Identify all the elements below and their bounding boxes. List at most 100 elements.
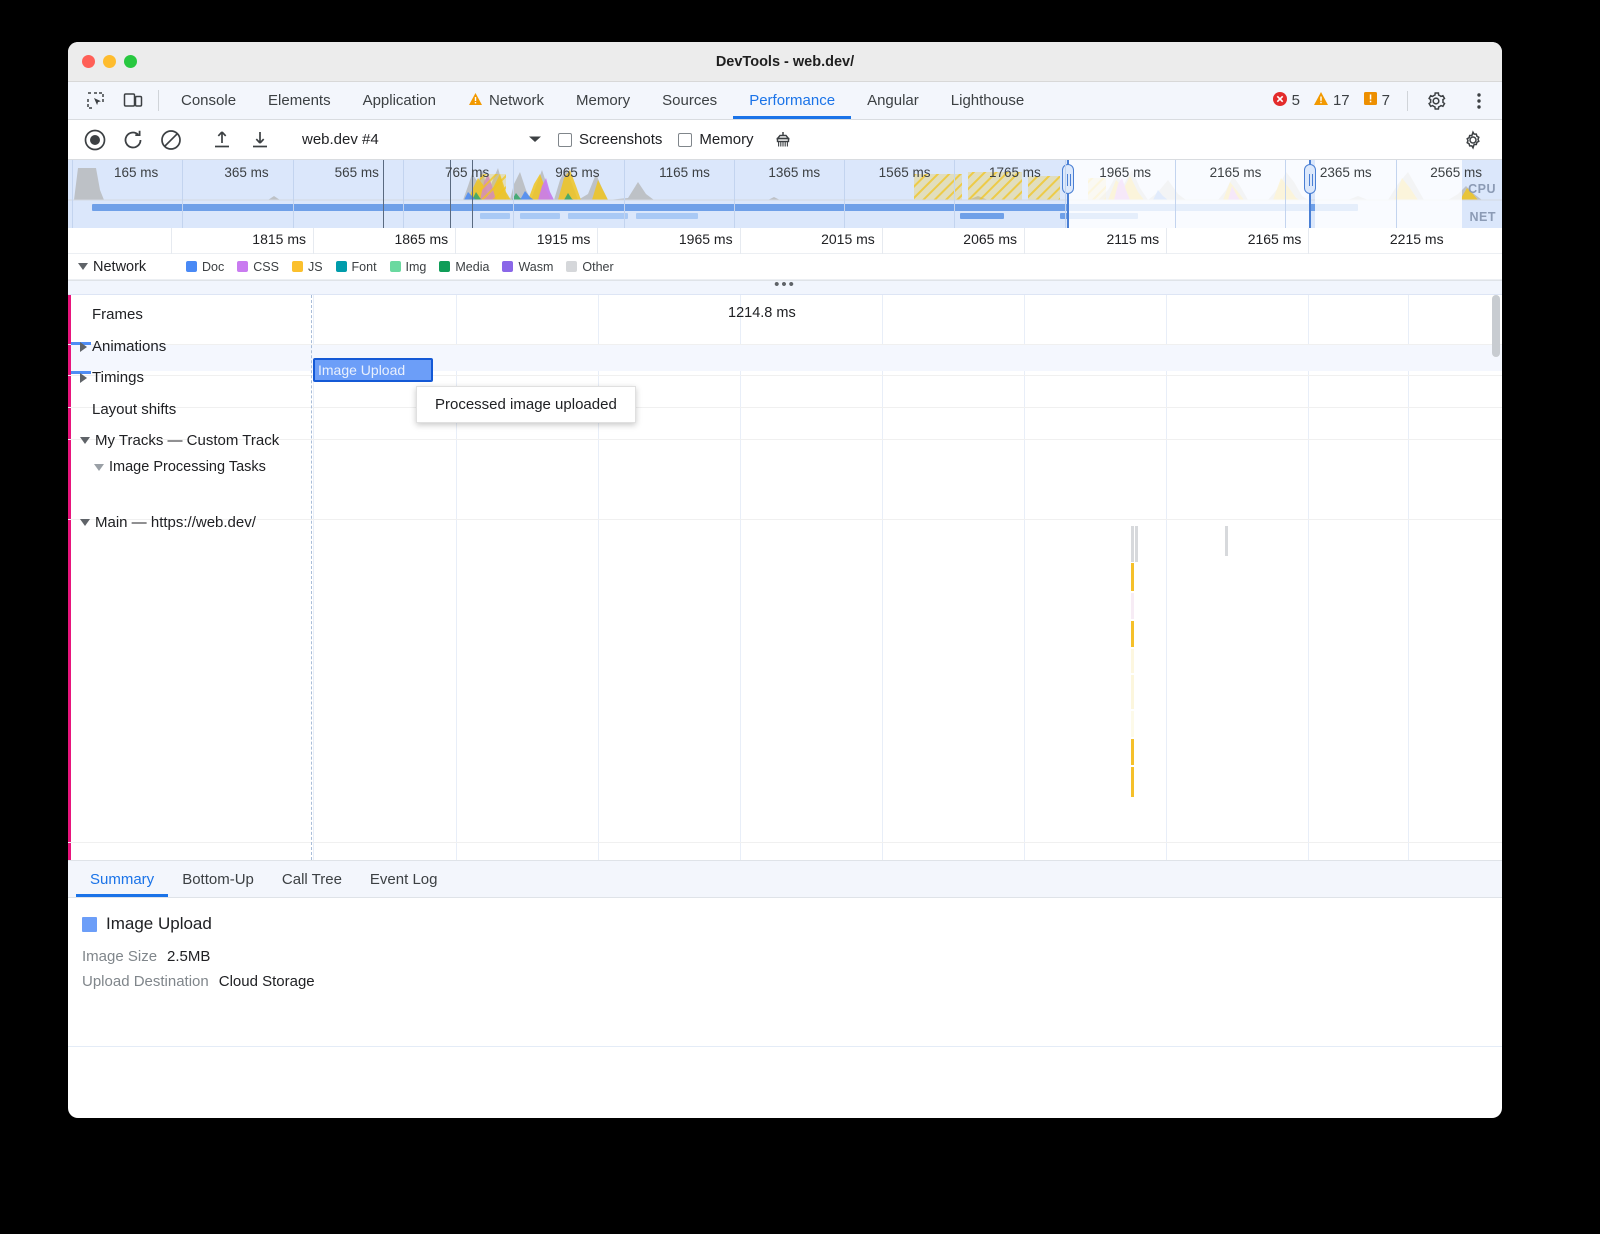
ruler-tick-label: 2065 ms bbox=[963, 231, 1024, 247]
issue-counter[interactable]: 7 bbox=[1363, 91, 1390, 110]
flame-sliver[interactable] bbox=[1131, 739, 1134, 765]
track-label-text: Layout shifts bbox=[92, 401, 176, 418]
warning-icon bbox=[468, 92, 483, 110]
tab-sources[interactable]: Sources bbox=[646, 82, 733, 119]
legend-color-swatch bbox=[237, 261, 248, 272]
track-label-text: Timings bbox=[92, 369, 144, 386]
overview-tick-line bbox=[513, 160, 514, 228]
download-arrow-icon[interactable] bbox=[241, 129, 279, 151]
memory-label: Memory bbox=[699, 131, 753, 148]
legend-color-swatch bbox=[292, 261, 303, 272]
overview-net-label: NET bbox=[1470, 210, 1497, 224]
ruler-tick-line bbox=[313, 228, 314, 254]
network-legend-item: Media bbox=[439, 260, 489, 274]
track-row-main[interactable]: Main — https://web.dev/ bbox=[80, 514, 256, 531]
overview-network-bar bbox=[480, 213, 510, 219]
legend-label: CSS bbox=[253, 260, 279, 274]
flame-sliver[interactable] bbox=[1131, 675, 1134, 709]
overview-window-right-handle[interactable] bbox=[1304, 160, 1316, 228]
tab-lighthouse[interactable]: Lighthouse bbox=[935, 82, 1040, 119]
tab-network[interactable]: Network bbox=[452, 82, 560, 119]
detail-tab-call-tree[interactable]: Call Tree bbox=[268, 861, 356, 897]
flame-sliver[interactable] bbox=[1131, 563, 1134, 591]
track-overflow-dots[interactable]: ••• bbox=[68, 281, 1502, 295]
legend-label: Media bbox=[455, 260, 489, 274]
capture-settings-group bbox=[1454, 130, 1502, 150]
tab-performance[interactable]: Performance bbox=[733, 82, 851, 119]
flame-chart-area[interactable]: ••• Frames Animations T bbox=[68, 280, 1502, 860]
track-row-layout-shifts[interactable]: Layout shifts bbox=[92, 401, 176, 418]
maximize-window-button[interactable] bbox=[124, 55, 137, 68]
more-vertical-icon[interactable] bbox=[1460, 91, 1498, 111]
profile-dropdown[interactable]: web.dev #4 bbox=[302, 131, 542, 148]
triangle-right-icon[interactable] bbox=[80, 373, 87, 383]
flame-sliver[interactable] bbox=[1131, 767, 1134, 797]
legend-color-swatch bbox=[439, 261, 450, 272]
track-row-image-processing-tasks[interactable]: Image Processing Tasks bbox=[94, 459, 266, 475]
error-counter[interactable]: 5 bbox=[1272, 91, 1300, 111]
network-track-name[interactable]: Network bbox=[68, 259, 186, 275]
upload-arrow-icon[interactable] bbox=[203, 129, 241, 151]
ruler-tick-line bbox=[455, 228, 456, 254]
track-row-my-tracks[interactable]: My Tracks — Custom Track bbox=[80, 432, 279, 449]
gear-icon[interactable] bbox=[1417, 91, 1455, 111]
track-row-animations[interactable]: Animations bbox=[80, 338, 166, 355]
device-toolbar-icon[interactable] bbox=[114, 82, 152, 119]
warning-count: 17 bbox=[1333, 92, 1350, 109]
vertical-scrollbar[interactable] bbox=[1492, 295, 1500, 357]
flame-sliver[interactable] bbox=[1131, 593, 1134, 619]
warning-counter[interactable]: 17 bbox=[1313, 91, 1350, 110]
tab-elements[interactable]: Elements bbox=[252, 82, 347, 119]
selection-edge-marker bbox=[68, 295, 71, 860]
track-row-frames[interactable]: Frames bbox=[92, 306, 143, 323]
memory-checkbox[interactable]: Memory bbox=[678, 131, 753, 148]
minimize-window-button[interactable] bbox=[103, 55, 116, 68]
triangle-down-icon[interactable] bbox=[78, 263, 88, 270]
track-row-timings[interactable]: Timings bbox=[80, 369, 144, 386]
selection-dashed-line bbox=[311, 295, 312, 860]
flame-sliver[interactable] bbox=[1225, 526, 1228, 556]
tab-console[interactable]: Console bbox=[165, 82, 252, 119]
tab-label: Performance bbox=[749, 92, 835, 109]
legend-label: Font bbox=[352, 260, 377, 274]
triangle-right-icon[interactable] bbox=[80, 342, 87, 352]
tab-memory[interactable]: Memory bbox=[560, 82, 646, 119]
triangle-down-icon[interactable] bbox=[80, 437, 90, 444]
flame-sliver[interactable] bbox=[1131, 711, 1134, 737]
tab-label: Console bbox=[181, 92, 236, 109]
checkbox-box bbox=[558, 133, 572, 147]
triangle-down-icon[interactable] bbox=[80, 519, 90, 526]
collect-garbage-icon[interactable] bbox=[764, 129, 802, 151]
tab-application[interactable]: Application bbox=[347, 82, 452, 119]
flame-sliver[interactable] bbox=[1131, 649, 1134, 673]
record-icon[interactable] bbox=[76, 128, 114, 152]
gear-icon[interactable] bbox=[1454, 130, 1492, 150]
clear-icon[interactable] bbox=[152, 128, 190, 152]
network-track-header[interactable]: Network DocCSSJSFontImgMediaWasmOther bbox=[68, 254, 1502, 280]
close-window-button[interactable] bbox=[82, 55, 95, 68]
summary-title-row: Image Upload bbox=[82, 914, 1488, 934]
flame-sliver[interactable] bbox=[1135, 526, 1138, 562]
checkbox-box bbox=[678, 133, 692, 147]
warning-icon bbox=[1313, 91, 1329, 110]
tab-angular[interactable]: Angular bbox=[851, 82, 935, 119]
flame-sliver[interactable] bbox=[1131, 621, 1134, 647]
timing-entry-image-upload[interactable]: Image Upload bbox=[313, 358, 433, 382]
screenshots-checkbox[interactable]: Screenshots bbox=[558, 131, 662, 148]
timeline-overview[interactable]: CPU NET 165 ms365 ms565 ms765 ms965 ms11… bbox=[68, 160, 1502, 228]
flame-sliver[interactable] bbox=[1131, 526, 1134, 562]
triangle-down-icon[interactable] bbox=[94, 464, 104, 471]
issue-counters: 5 17 7 bbox=[1272, 82, 1502, 119]
reload-icon[interactable] bbox=[114, 128, 152, 152]
overview-tick-line bbox=[624, 160, 625, 228]
detail-tab-bottom-up[interactable]: Bottom-Up bbox=[168, 861, 268, 897]
legend-label: Img bbox=[406, 260, 427, 274]
summary-key: Upload Destination bbox=[82, 973, 209, 990]
detail-tab-event-log[interactable]: Event Log bbox=[356, 861, 452, 897]
legend-color-swatch bbox=[336, 261, 347, 272]
summary-row-upload-destination: Upload Destination Cloud Storage bbox=[82, 973, 1488, 990]
inspect-element-icon[interactable] bbox=[76, 82, 114, 119]
timing-entry-label: Image Upload bbox=[318, 362, 405, 378]
detail-tab-summary[interactable]: Summary bbox=[76, 861, 168, 897]
overview-cpu-label: CPU bbox=[1468, 182, 1496, 196]
